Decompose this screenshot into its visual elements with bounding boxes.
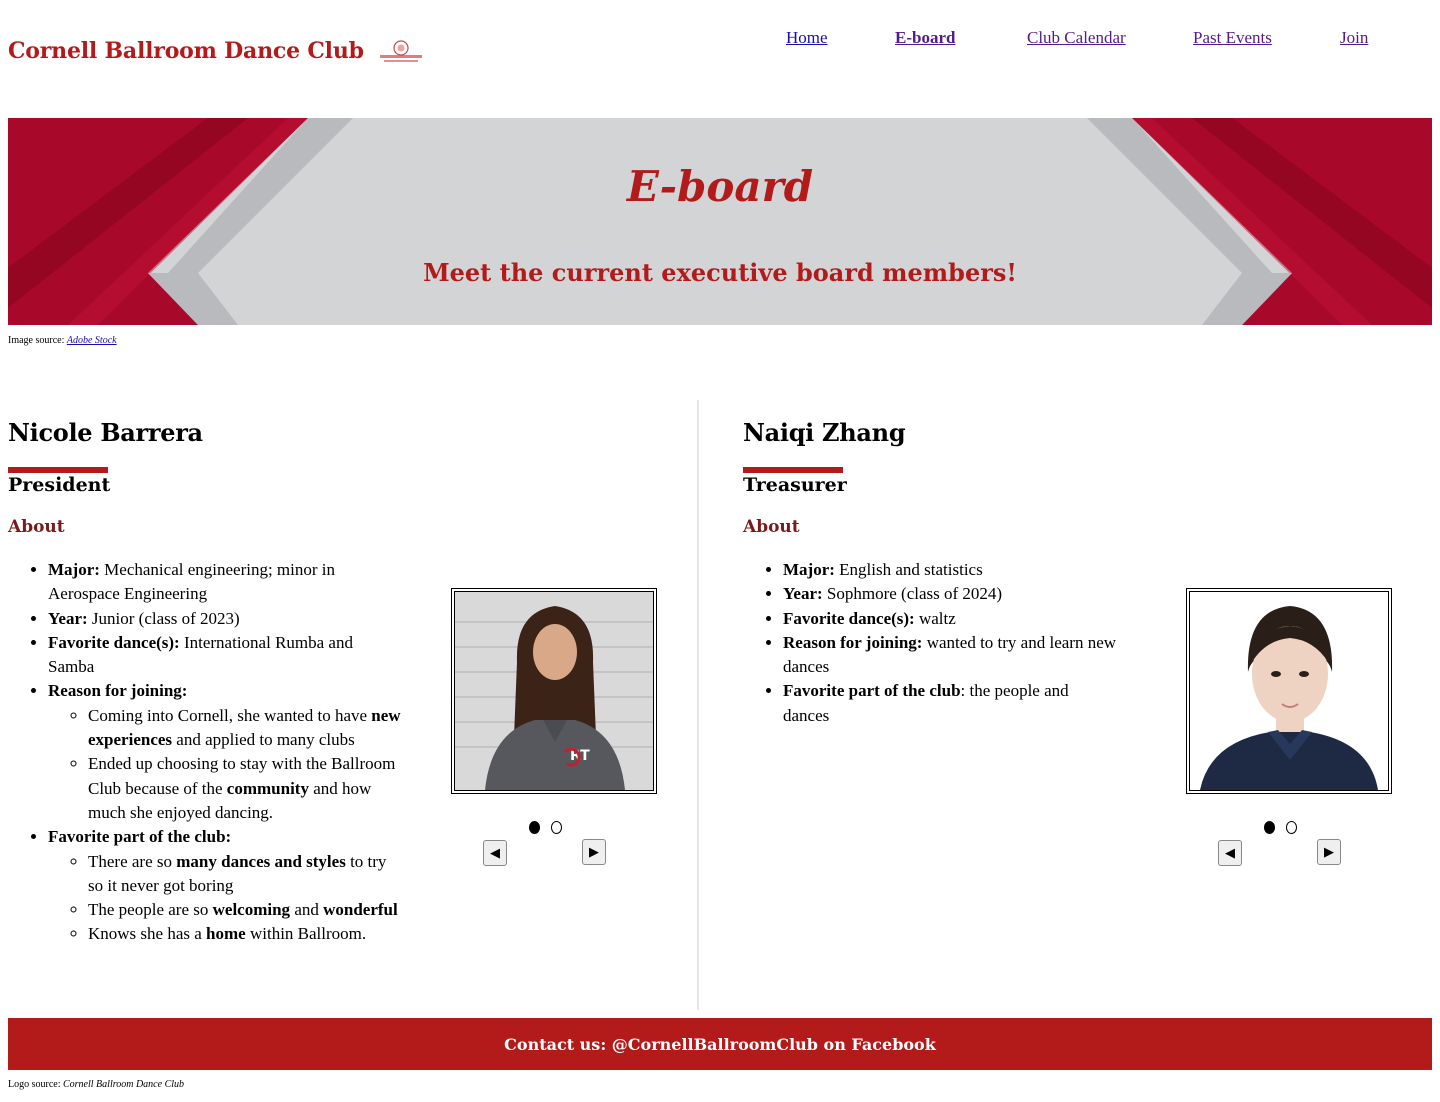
list-item: Ended up choosing to stay with the Ballr… [88,752,403,825]
list-item: Major: Mechanical engineering; minor in … [48,558,403,607]
member-photo-frame: RT [451,588,657,794]
accent-rule [8,467,108,473]
list-item: Coming into Cornell, she wanted to have … [88,704,403,753]
member-role: President [8,474,111,496]
list-item: Favorite dance(s): International Rumba a… [48,631,403,680]
banner-subtitle: Meet the current executive board members… [423,258,1017,287]
hero-banner: E-board Meet the current executive board… [8,118,1432,325]
portrait-image: RT [455,592,653,790]
list-item: Reason for joining: Coming into Cornell,… [48,679,403,825]
list-item: The people are so welcoming and wonderfu… [88,898,403,922]
about-list: Major: Mechanical engineering; minor in … [8,558,403,947]
column-divider [697,400,699,1010]
carousel-next-button[interactable]: ▶ [582,839,606,865]
logo-source-name: Cornell Ballroom Dance Club [63,1079,185,1090]
member-name: Naiqi Zhang [743,418,906,447]
list-item: Favorite part of the club: the people an… [783,679,1118,728]
portrait-image [1190,592,1388,790]
image-source-link[interactable]: Adobe Stock [67,335,117,346]
list-item: Knows she has a home within Ballroom. [88,922,403,946]
carousel-next-button[interactable]: ▶ [1317,839,1341,865]
about-heading: About [8,517,65,537]
banner-background [8,118,1432,325]
main-nav: Home E-board Club Calendar Past Events J… [0,28,1440,52]
nav-past-events-link[interactable]: Past Events [1193,28,1272,48]
member-photo: RT [454,591,654,791]
carousel-dot[interactable] [1264,821,1275,834]
footer-contact-text: Contact us: @CornellBallroomClub on Face… [504,1034,936,1054]
member-name: Nicole Barrera [8,418,203,447]
carousel-prev-button[interactable]: ◀ [483,840,507,866]
footer-contact-bar: Contact us: @CornellBallroomClub on Face… [8,1018,1432,1070]
list-item: Year: Sophmore (class of 2024) [783,582,1118,606]
nav-club-calendar-link[interactable]: Club Calendar [1027,28,1126,48]
nav-home-link[interactable]: Home [786,28,828,48]
logo-source-caption: Logo source: Cornell Ballroom Dance Club [8,1079,184,1090]
carousel-prev-button[interactable]: ◀ [1218,840,1242,866]
carousel-dot[interactable] [1286,821,1297,834]
image-source-caption: Image source: Adobe Stock [8,335,117,346]
list-item: Major: English and statistics [783,558,1118,582]
accent-rule [743,467,843,473]
about-heading: About [743,517,800,537]
list-item: Year: Junior (class of 2023) [48,607,403,631]
list-item: There are so many dances and styles to t… [88,850,403,899]
member-role: Treasurer [743,474,847,496]
carousel-dot[interactable] [551,821,562,834]
banner-title: E-board [626,162,814,211]
carousel-dot[interactable] [529,821,540,834]
image-source-prefix: Image source: [8,335,67,346]
nav-join-link[interactable]: Join [1340,28,1368,48]
member-photo [1189,591,1389,791]
member-photo-frame [1186,588,1392,794]
list-item: Favorite dance(s): waltz [783,607,1118,631]
about-list: Major: English and statistics Year: Soph… [743,558,1118,728]
logo-source-prefix: Logo source: [8,1079,63,1090]
list-item: Favorite part of the club: There are so … [48,825,403,946]
list-item: Reason for joining: wanted to try and le… [783,631,1118,680]
nav-eboard-link[interactable]: E-board [895,28,955,48]
